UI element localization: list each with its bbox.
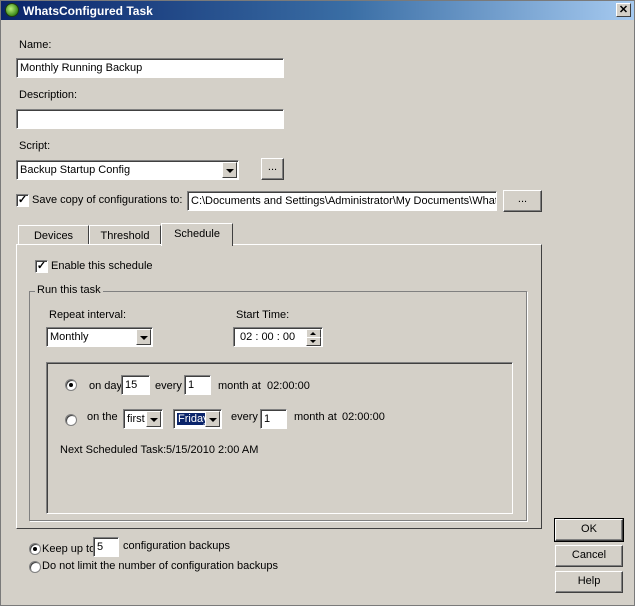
help-button[interactable]: Help (555, 571, 623, 593)
description-field[interactable] (16, 109, 284, 129)
on-day-label: on day (89, 380, 123, 392)
chevron-down-icon[interactable] (136, 329, 151, 345)
every-month-field-2[interactable]: 1 (260, 409, 287, 429)
save-copy-label: Save copy of configurations to: (32, 194, 183, 206)
description-label: Description: (19, 89, 78, 101)
app-icon (5, 3, 19, 17)
tab-devices[interactable]: Devices (18, 225, 89, 245)
weekday-run-time: 02:00:00 (342, 411, 385, 423)
start-minute[interactable]: 00 (261, 331, 273, 343)
time-separator: : (255, 331, 259, 343)
ordinal-value: first (127, 413, 145, 425)
repeat-interval-value: Monthly (50, 331, 89, 343)
ordinal-select[interactable]: first (123, 409, 163, 429)
run-task-title: Run this task (35, 284, 103, 296)
month-at-label: month at (218, 380, 261, 392)
tab-schedule[interactable]: Schedule (161, 223, 233, 246)
task-dialog: WhatsConfigured Task ✕ Name: Monthly Run… (0, 0, 635, 606)
month-at-label: month at (294, 411, 337, 423)
on-the-label: on the (87, 411, 118, 423)
enable-schedule-label: Enable this schedule (51, 260, 153, 272)
save-copy-checkbox[interactable]: ✓ (16, 194, 29, 207)
every-month-field[interactable]: 1 (184, 375, 211, 395)
window-title: WhatsConfigured Task (23, 4, 153, 18)
on-day-radio[interactable] (65, 379, 77, 391)
close-button[interactable]: ✕ (616, 3, 631, 17)
repeat-interval-select[interactable]: Monthly (46, 327, 153, 347)
chevron-down-icon[interactable] (205, 411, 220, 427)
keep-up-to-radio[interactable] (29, 543, 41, 555)
start-second[interactable]: 00 (283, 331, 295, 343)
ok-button[interactable]: OK (554, 518, 624, 542)
next-scheduled-label: Next Scheduled Task: (60, 444, 167, 456)
no-limit-radio[interactable] (29, 561, 41, 573)
every-label: every (155, 380, 182, 392)
save-path-browse-button[interactable]: ... (503, 190, 542, 212)
keep-suffix-label: configuration backups (123, 540, 231, 552)
time-separator: : (276, 331, 280, 343)
tab-threshold[interactable]: Threshold (89, 225, 161, 245)
on-the-radio[interactable] (65, 414, 77, 426)
weekday-select[interactable]: Friday (173, 409, 222, 429)
cancel-button[interactable]: Cancel (555, 545, 623, 567)
monthly-options-frame: on day 15 every 1 month at 02:00:00 on t… (46, 362, 513, 514)
repeat-interval-label: Repeat interval: (49, 309, 127, 321)
start-time-field[interactable]: 02 : 00 : 00 (233, 327, 323, 347)
save-path-field[interactable]: C:\Documents and Settings\Administrator\… (187, 191, 497, 211)
next-scheduled-value: 5/15/2010 2:00 AM (166, 444, 259, 456)
script-browse-button[interactable]: ... (261, 158, 284, 180)
no-limit-label: Do not limit the number of configuration… (42, 560, 279, 572)
name-field[interactable]: Monthly Running Backup (16, 58, 284, 78)
day-run-time: 02:00:00 (267, 380, 310, 392)
day-field[interactable]: 15 (121, 375, 150, 395)
enable-schedule-checkbox[interactable]: ✓ (35, 260, 48, 273)
keep-count-field[interactable]: 5 (93, 537, 119, 557)
chevron-down-icon[interactable] (222, 162, 237, 178)
chevron-down-icon[interactable] (146, 411, 161, 427)
keep-up-to-label: Keep up to (42, 543, 96, 555)
script-label: Script: (19, 140, 51, 152)
start-hour[interactable]: 02 (240, 331, 252, 343)
every-label: every (231, 411, 258, 423)
name-label: Name: (19, 39, 52, 51)
script-combobox[interactable]: Backup Startup Config (16, 160, 239, 180)
spin-down-icon[interactable] (306, 337, 321, 346)
start-time-label: Start Time: (236, 309, 290, 321)
run-task-group: Run this task Repeat interval: Monthly S… (29, 284, 527, 521)
title-bar[interactable]: WhatsConfigured Task ✕ (1, 1, 634, 20)
script-value: Backup Startup Config (20, 164, 131, 176)
schedule-panel: ✓ Enable this schedule Run this task Rep… (16, 244, 542, 529)
